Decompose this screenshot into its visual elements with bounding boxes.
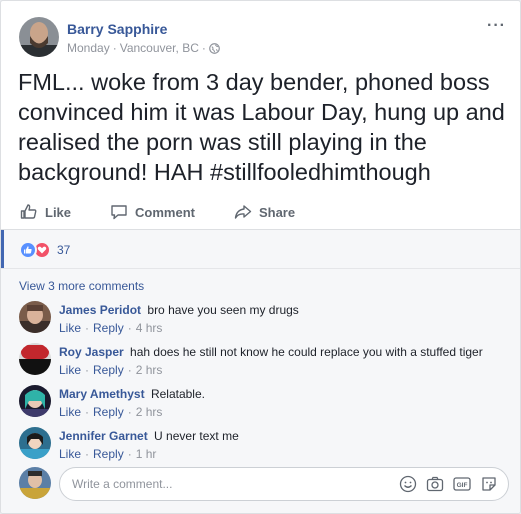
comments-section: View 3 more comments James Peridot bro h… xyxy=(1,269,520,513)
comment-line: Roy Jasper hah does he still not know he… xyxy=(59,345,483,359)
camera-icon[interactable] xyxy=(426,475,444,493)
commenter-name[interactable]: James Peridot xyxy=(59,303,141,317)
comment-text: bro have you seen my drugs xyxy=(147,303,299,317)
comment-input-box[interactable]: GIF xyxy=(59,467,509,501)
comment-text: hah does he still not know he could repl… xyxy=(130,345,483,359)
thumbs-up-icon xyxy=(20,204,37,219)
comment-separator: · xyxy=(127,447,132,461)
comment-time[interactable]: 4 hrs xyxy=(136,321,163,335)
comment-item: Roy Jasper hah does he still not know he… xyxy=(19,343,509,383)
comment-line: Jennifer Garnet U never text me xyxy=(59,429,239,443)
comment-actions: Like · Reply · 4 hrs xyxy=(59,321,162,335)
comment-time[interactable]: 2 hrs xyxy=(136,405,163,419)
comment-reply-link[interactable]: Reply xyxy=(93,405,124,419)
meta-separator: · xyxy=(112,41,117,55)
comment-item: Mary Amethyst Relatable. Like · Reply · 2 hr… xyxy=(19,385,509,425)
comment-label: Comment xyxy=(135,204,195,220)
like-button[interactable]: Like xyxy=(13,198,77,226)
comment-item: Jennifer Garnet U never text me Like · Rep… xyxy=(19,427,509,467)
commenter-name[interactable]: Jennifer Garnet xyxy=(59,429,148,443)
comment-separator: · xyxy=(127,321,132,335)
author-avatar[interactable] xyxy=(19,17,59,57)
comment-like-link[interactable]: Like xyxy=(59,405,81,419)
comment-reply-link[interactable]: Reply xyxy=(93,321,124,335)
author-name[interactable]: Barry Sapphire xyxy=(67,21,167,37)
comment-actions: Like · Reply · 1 hr xyxy=(59,447,156,461)
post-meta: Monday · Vancouver, BC · xyxy=(67,41,220,55)
comment-like-link[interactable]: Like xyxy=(59,447,81,461)
comment-reply-link[interactable]: Reply xyxy=(93,363,124,377)
more-options-icon[interactable]: ··· xyxy=(487,17,506,35)
commenter-avatar[interactable] xyxy=(19,385,51,417)
comment-input[interactable] xyxy=(72,474,372,494)
emoji-icon[interactable] xyxy=(399,475,417,493)
post-time[interactable]: Monday xyxy=(67,41,110,55)
comment-like-link[interactable]: Like xyxy=(59,363,81,377)
share-icon xyxy=(234,205,252,219)
comment-time[interactable]: 2 hrs xyxy=(136,363,163,377)
comment-reply-link[interactable]: Reply xyxy=(93,447,124,461)
commenter-avatar[interactable] xyxy=(19,427,51,459)
comment-composer: GIF xyxy=(19,467,509,503)
comment-line: Mary Amethyst Relatable. xyxy=(59,387,205,401)
comment-text: U never text me xyxy=(154,429,239,443)
comment-time[interactable]: 1 hr xyxy=(136,447,157,461)
reaction-count[interactable]: 37 xyxy=(57,243,70,257)
reactions-bar[interactable]: 37 xyxy=(1,229,520,269)
comment-separator: · xyxy=(85,321,90,335)
gif-icon[interactable]: GIF xyxy=(453,475,471,493)
comment-item: James Peridot bro have you seen my drugs… xyxy=(19,301,509,341)
globe-icon[interactable] xyxy=(208,42,220,54)
comment-separator: · xyxy=(127,363,132,377)
comment-like-link[interactable]: Like xyxy=(59,321,81,335)
comment-icon xyxy=(111,205,127,220)
like-reaction-icon xyxy=(19,241,37,259)
comment-separator: · xyxy=(85,447,90,461)
post-header: Barry Sapphire Monday · Vancouver, BC · … xyxy=(19,15,508,59)
post-card: Barry Sapphire Monday · Vancouver, BC · … xyxy=(0,0,521,514)
comment-separator: · xyxy=(85,363,90,377)
reaction-icons[interactable] xyxy=(19,241,51,259)
composer-icons: GIF xyxy=(399,475,498,493)
commenter-name[interactable]: Mary Amethyst xyxy=(59,387,145,401)
post-text: FML... woke from 3 day bender, phoned bo… xyxy=(18,69,505,185)
comment-actions: Like · Reply · 2 hrs xyxy=(59,363,162,377)
like-label: Like xyxy=(45,204,72,220)
commenter-avatar[interactable] xyxy=(19,343,51,375)
comment-separator: · xyxy=(127,405,132,419)
share-button[interactable]: Share xyxy=(227,198,301,226)
meta-separator-2: · xyxy=(201,41,206,55)
post-actions: Like Comment Share xyxy=(13,197,508,227)
commenter-name[interactable]: Roy Jasper xyxy=(59,345,124,359)
post-location[interactable]: Vancouver, BC xyxy=(120,41,199,55)
current-user-avatar[interactable] xyxy=(19,467,51,499)
comment-separator: · xyxy=(85,405,90,419)
svg-text:GIF: GIF xyxy=(457,482,468,489)
sticker-icon[interactable] xyxy=(480,475,498,493)
comment-line: James Peridot bro have you seen my drugs xyxy=(59,303,299,317)
reactions-accent xyxy=(1,230,4,268)
view-more-comments-link[interactable]: View 3 more comments xyxy=(19,279,144,293)
share-label: Share xyxy=(258,204,296,220)
comment-text: Relatable. xyxy=(150,387,205,401)
commenter-avatar[interactable] xyxy=(19,301,51,333)
comment-actions: Like · Reply · 2 hrs xyxy=(59,405,162,419)
comment-button[interactable]: Comment xyxy=(103,198,201,226)
